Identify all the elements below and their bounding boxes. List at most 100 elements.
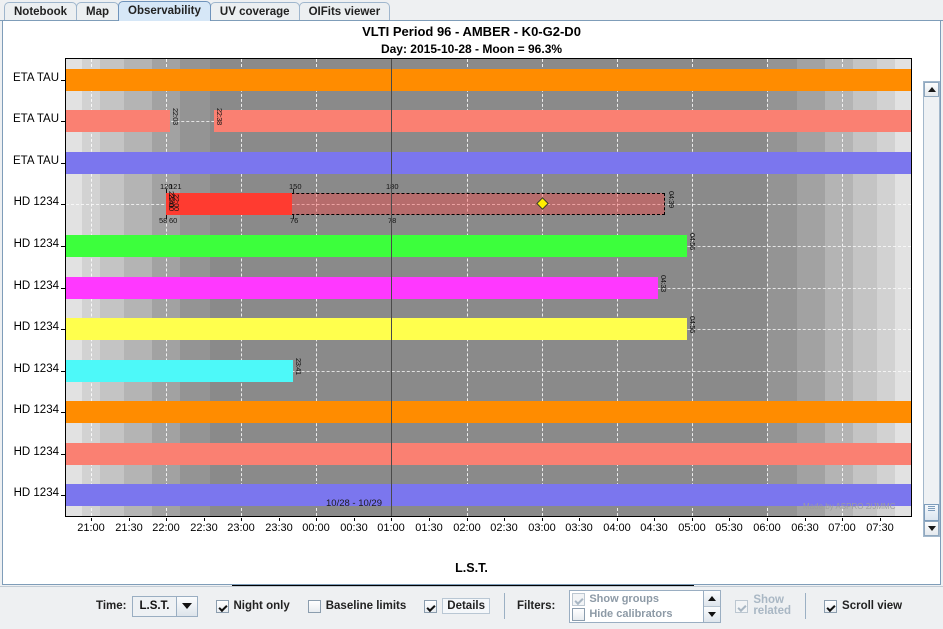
observability-bar[interactable] bbox=[214, 110, 911, 132]
x-axis-tick bbox=[729, 518, 730, 521]
scroll-up-button[interactable] bbox=[924, 82, 939, 97]
x-axis-tick-label: 02:00 bbox=[453, 522, 481, 534]
x-axis-tick-label: 00:00 bbox=[302, 522, 330, 534]
x-axis-tick-label: 07:30 bbox=[866, 522, 894, 534]
scrollbar-thumb[interactable] bbox=[924, 504, 939, 521]
bar-start-time-label: 22:00 bbox=[172, 194, 181, 211]
x-axis-tick bbox=[166, 518, 167, 521]
observability-bar[interactable] bbox=[66, 401, 911, 423]
night-only-label: Night only bbox=[233, 600, 290, 612]
bar-end-time-label: 04:33 bbox=[659, 275, 668, 292]
x-axis-tick bbox=[467, 518, 468, 521]
bar-end-time-label: 04:56 bbox=[688, 316, 697, 333]
x-axis-tick bbox=[654, 518, 655, 521]
x-axis-tick bbox=[391, 518, 392, 521]
x-axis-tick-label: 05:00 bbox=[678, 522, 706, 534]
bar-end-time-label: 23:41 bbox=[294, 358, 303, 375]
grip-line bbox=[928, 508, 935, 509]
y-axis-label: HD 1234 bbox=[13, 321, 59, 333]
bar-end-time-label: 04:39 bbox=[667, 191, 676, 208]
x-axis-tick bbox=[880, 518, 881, 521]
observability-bar[interactable] bbox=[66, 277, 658, 299]
y-axis-label: HD 1234 bbox=[13, 404, 59, 416]
filters-spinner[interactable] bbox=[703, 590, 721, 622]
observability-bar[interactable] bbox=[66, 484, 911, 506]
details-checkbox[interactable]: Details bbox=[424, 598, 490, 614]
x-axis-tick bbox=[91, 518, 92, 521]
x-axis-tick bbox=[204, 518, 205, 521]
tab-uv-coverage[interactable]: UV coverage bbox=[209, 2, 300, 21]
y-axis-label: HD 1234 bbox=[13, 238, 59, 250]
time-combobox-arrow[interactable] bbox=[175, 596, 197, 616]
filter-show-groups[interactable]: Show groups bbox=[572, 592, 701, 607]
tab-oifits-viewer[interactable]: OIFits viewer bbox=[298, 2, 391, 21]
y-axis-label: HD 1234 bbox=[13, 446, 59, 458]
filters-list-box[interactable]: Show groups Hide calibrators bbox=[569, 589, 722, 623]
chevron-down-icon bbox=[708, 611, 717, 617]
time-combobox-value: L.S.T. bbox=[133, 596, 176, 616]
checkbox-icon[interactable] bbox=[824, 599, 838, 613]
y-axis-label: HD 1234 bbox=[13, 280, 59, 292]
tab-label: UV coverage bbox=[219, 6, 290, 18]
x-axis-tick bbox=[241, 518, 242, 521]
bar-end-time-label: 22:03 bbox=[171, 108, 180, 125]
x-axis-title: L.S.T. bbox=[455, 561, 488, 575]
observability-bar[interactable] bbox=[66, 152, 911, 174]
filters-scroll-up-button[interactable] bbox=[704, 590, 721, 606]
grip-line bbox=[928, 506, 935, 507]
x-axis-tick-label: 21:30 bbox=[115, 522, 143, 534]
time-combobox[interactable]: L.S.T. bbox=[132, 595, 198, 617]
bottom-toolbar: Time: L.S.T. Night only Baseline limits … bbox=[0, 586, 943, 629]
toolbar-divider bbox=[503, 593, 505, 619]
chevron-down-icon bbox=[181, 603, 192, 609]
elevation-annotation: 180 bbox=[386, 182, 399, 191]
grip-line bbox=[928, 510, 935, 511]
scroll-down-button[interactable] bbox=[924, 521, 939, 536]
baseline-limits-checkbox[interactable]: Baseline limits bbox=[307, 599, 406, 613]
x-axis-tick-label: 00:30 bbox=[340, 522, 368, 534]
checkbox-icon bbox=[735, 599, 749, 613]
checkbox-icon[interactable] bbox=[307, 599, 321, 613]
observability-bar[interactable] bbox=[66, 318, 687, 340]
observability-bar[interactable] bbox=[166, 193, 292, 215]
scroll-view-checkbox[interactable]: Scroll view bbox=[824, 599, 902, 613]
tab-label: OIFits viewer bbox=[308, 6, 381, 18]
tab-notebook[interactable]: Notebook bbox=[4, 2, 78, 21]
filters-label: Filters: bbox=[516, 600, 556, 612]
x-axis-tick bbox=[842, 518, 843, 521]
elevation-annotation: 121 bbox=[169, 182, 182, 191]
tab-map[interactable]: Map bbox=[76, 2, 120, 21]
x-axis-tick bbox=[316, 518, 317, 521]
observability-bar[interactable] bbox=[66, 235, 687, 257]
x-axis-tick-label: 06:00 bbox=[753, 522, 781, 534]
observability-plot[interactable]: 22:03 22:38 04:39 120 121 150 180 58 60 76 78 23:41… bbox=[65, 58, 912, 517]
tab-label: Map bbox=[86, 6, 110, 18]
elevation-annotation: 150 bbox=[289, 182, 302, 191]
night-only-checkbox[interactable]: Night only bbox=[215, 599, 290, 613]
observability-bar[interactable] bbox=[66, 443, 911, 465]
application-window: Notebook Map Observability UV coverage O… bbox=[0, 0, 943, 629]
x-axis-tick-label: 03:30 bbox=[565, 522, 593, 534]
x-axis-tick bbox=[279, 518, 280, 521]
x-axis-tick-label: 07:00 bbox=[828, 522, 856, 534]
checkbox-icon[interactable] bbox=[572, 607, 586, 621]
chevron-up-icon bbox=[927, 87, 936, 92]
filters-scroll-down-button[interactable] bbox=[704, 605, 721, 622]
x-axis-tick bbox=[767, 518, 768, 521]
elevation-annotation: 78 bbox=[388, 216, 397, 225]
observability-bar[interactable] bbox=[66, 360, 293, 382]
checkbox-icon[interactable] bbox=[424, 599, 438, 613]
x-axis-tick bbox=[429, 518, 430, 521]
observability-bar[interactable] bbox=[66, 110, 170, 132]
x-axis-tick-label: 02:30 bbox=[490, 522, 518, 534]
vertical-scrollbar[interactable] bbox=[923, 81, 940, 537]
filter-hide-calibrators[interactable]: Hide calibrators bbox=[572, 607, 701, 622]
x-axis-tick-label: 01:30 bbox=[415, 522, 443, 534]
observability-bar[interactable] bbox=[66, 69, 911, 91]
x-axis-tick bbox=[504, 518, 505, 521]
checkbox-icon[interactable] bbox=[215, 599, 229, 613]
annotation-tick bbox=[293, 215, 294, 219]
tab-observability[interactable]: Observability bbox=[118, 1, 211, 21]
checkbox-icon[interactable] bbox=[572, 592, 586, 606]
plot-wrapper: ETA TAU ETA TAU ETA TAU HD 1234 HD 1234 HD 12… bbox=[3, 21, 940, 604]
